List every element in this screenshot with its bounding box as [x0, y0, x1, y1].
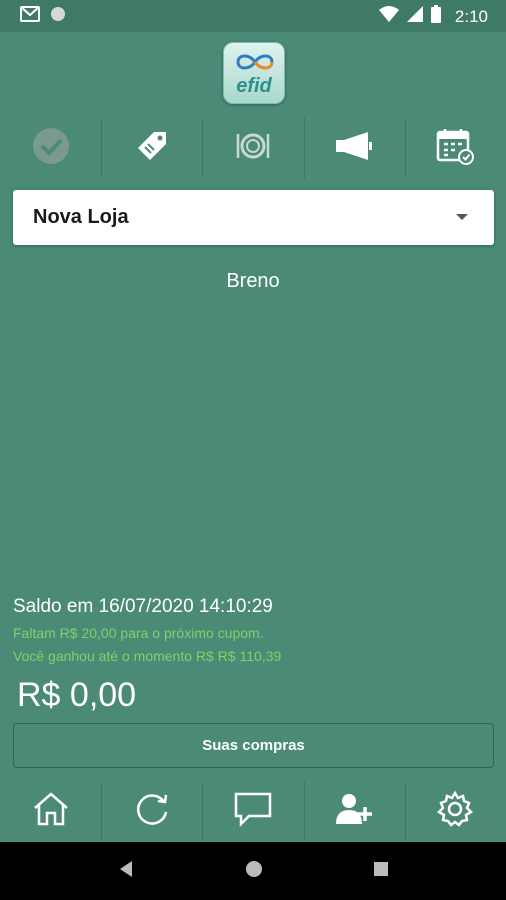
nav-add-user[interactable] — [303, 780, 405, 842]
clock-time: 2:10 — [454, 6, 488, 26]
coupon-progress-text: Faltam R$ 20,00 para o próximo cupom. — [13, 625, 264, 641]
settings-icon — [436, 790, 474, 833]
balance-value: R$ 0,00 — [17, 676, 137, 714]
calendar-check-icon — [435, 126, 475, 171]
add-user-icon — [334, 791, 374, 832]
wifi-icon — [378, 6, 399, 27]
cell-signal-icon — [406, 6, 423, 27]
gmail-notification-icon — [20, 6, 40, 27]
battery-icon — [430, 5, 441, 28]
top-tab-bar — [0, 116, 506, 180]
nav-chat[interactable] — [202, 780, 303, 842]
tab-menu[interactable] — [202, 116, 303, 180]
home-icon — [32, 791, 70, 832]
tab-check[interactable] — [0, 116, 101, 180]
store-select[interactable]: Nova Loja — [13, 190, 494, 245]
chat-icon — [233, 790, 273, 833]
tab-coupons[interactable] — [101, 116, 202, 180]
nav-home[interactable] — [0, 780, 101, 842]
tab-announcements[interactable] — [303, 116, 405, 180]
dropdown-arrow-icon — [456, 214, 468, 220]
price-tag-icon — [134, 128, 170, 169]
refresh-icon — [133, 790, 171, 833]
store-select-value: Nova Loja — [33, 206, 129, 228]
balance-title: Saldo em 16/07/2020 14:10:29 — [13, 596, 273, 617]
megaphone-icon — [334, 128, 374, 169]
earned-total-text: Você ganhou até o momento R$ R$ 110,39 — [13, 648, 282, 664]
check-circle-icon — [31, 126, 71, 171]
back-icon[interactable] — [117, 860, 135, 883]
plate-cutlery-icon — [235, 128, 271, 169]
circle-notification-icon — [50, 6, 66, 27]
android-nav-bar — [0, 842, 506, 900]
status-bar: 2:10 — [0, 0, 506, 32]
logo-text: efid — [236, 75, 272, 97]
purchases-button[interactable]: Suas compras — [13, 723, 494, 768]
recents-square-icon[interactable] — [373, 861, 389, 882]
user-name: Breno — [226, 270, 280, 292]
home-circle-icon[interactable] — [245, 860, 263, 883]
nav-refresh[interactable] — [101, 780, 202, 842]
efid-logo: efid — [223, 42, 285, 104]
tab-calendar[interactable] — [404, 116, 506, 180]
bottom-nav — [0, 780, 506, 842]
nav-settings[interactable] — [404, 780, 506, 842]
